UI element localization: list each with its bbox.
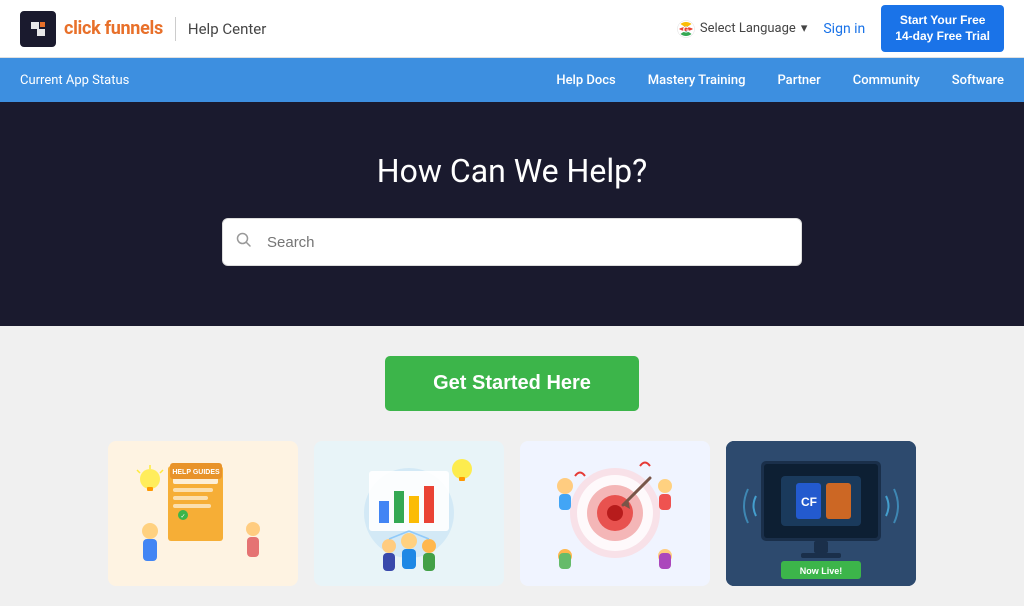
search-container <box>222 218 802 266</box>
logo-text: click funnels <box>64 18 163 39</box>
cards-row: HELP GUIDES ✓ <box>102 441 922 586</box>
google-translate[interactable]: G Select Language ▾ <box>677 20 807 38</box>
nav-help-docs[interactable]: Help Docs <box>556 73 615 88</box>
card-now-live[interactable]: CF Now Live! <box>726 441 916 586</box>
header-right: G Select Language ▾ Sign in Start Your F… <box>677 5 1004 52</box>
nav-mastery-training[interactable]: Mastery Training <box>648 73 746 88</box>
svg-text:✓: ✓ <box>180 513 185 520</box>
select-language-label: Select Language <box>700 21 796 36</box>
card-1-illustration: HELP GUIDES ✓ <box>108 441 298 586</box>
svg-text:Now Live!: Now Live! <box>800 566 843 576</box>
nav-partner[interactable]: Partner <box>777 73 820 88</box>
hero-section: How Can We Help? <box>0 102 1024 326</box>
logo[interactable]: click funnels <box>20 11 163 47</box>
get-started-button[interactable]: Get Started Here <box>385 356 639 411</box>
svg-text:HELP GUIDES: HELP GUIDES <box>172 469 220 476</box>
card-business-training[interactable] <box>314 441 504 586</box>
header-left: click funnels Help Center <box>20 11 266 47</box>
hero-title: How Can We Help? <box>377 152 647 190</box>
dropdown-arrow: ▾ <box>801 21 808 36</box>
search-input[interactable] <box>222 218 802 266</box>
help-center-label: Help Center <box>188 20 266 38</box>
svg-text:CF: CF <box>801 495 817 509</box>
search-icon <box>236 232 252 252</box>
header-divider <box>175 17 176 41</box>
content-area: Get Started Here HELP GUIDES ✓ <box>0 326 1024 606</box>
navbar: Current App Status Help Docs Mastery Tra… <box>0 58 1024 102</box>
card-help-guides[interactable]: HELP GUIDES ✓ <box>108 441 298 586</box>
card-3-illustration <box>520 441 710 586</box>
logo-icon <box>20 11 56 47</box>
nav-right: Help Docs Mastery Training Partner Commu… <box>556 73 1004 88</box>
card-community[interactable] <box>520 441 710 586</box>
nav-community[interactable]: Community <box>853 73 920 88</box>
trial-button[interactable]: Start Your Free 14-day Free Trial <box>881 5 1004 52</box>
card-4-illustration: CF Now Live! <box>726 441 916 586</box>
svg-text:G: G <box>683 25 689 34</box>
sign-in-link[interactable]: Sign in <box>823 21 865 37</box>
google-icon: G <box>677 20 695 38</box>
card-2-illustration <box>314 441 504 586</box>
nav-software[interactable]: Software <box>952 73 1004 88</box>
current-app-status[interactable]: Current App Status <box>20 73 129 88</box>
header: click funnels Help Center G Select Langu… <box>0 0 1024 58</box>
